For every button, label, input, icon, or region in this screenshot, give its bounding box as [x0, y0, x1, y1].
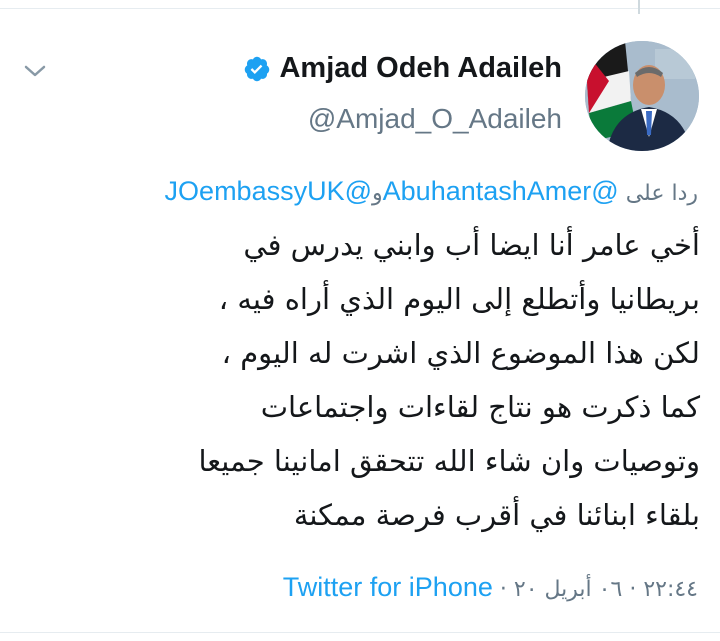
- tweet-meta: ٢٢:٤٤ · ٠٦ أبريل ٢٠ · Twitter for iPhone: [283, 572, 698, 603]
- top-divider: [0, 0, 720, 9]
- tweet-line: بلقاء ابنائنا في أقرب فرصة ممكنة: [293, 498, 700, 532]
- mention-abuhantashamer[interactable]: @AbuhantashAmer: [383, 176, 619, 206]
- scroll-indicator: [638, 0, 640, 14]
- tweet-line: وتوصيات وان شاء الله تتحقق امانينا جميعا: [198, 444, 700, 478]
- tweet-date[interactable]: ٠٦ أبريل ٢٠: [514, 577, 622, 602]
- tweet-line: كما ذكرت هو نتاج لقاءات واجتماعات: [260, 390, 700, 424]
- tweet-source[interactable]: Twitter for iPhone: [283, 572, 493, 602]
- meta-separator: ·: [629, 577, 637, 602]
- verified-badge-icon: [245, 56, 270, 81]
- chevron-down-icon[interactable]: [20, 56, 50, 86]
- author-name[interactable]: Amjad Odeh Adaileh: [279, 52, 562, 85]
- tweet-text: أخي عامر أنا ايضا أب وابني يدرس في بريطا…: [10, 218, 700, 542]
- reply-context: ردا على @AbuhantashAmerو@JOembassyUK: [165, 176, 698, 207]
- tweet-time[interactable]: ٢٢:٤٤: [643, 577, 698, 602]
- author-name-row[interactable]: Amjad Odeh Adaileh: [243, 52, 562, 85]
- mention-joembassyuk[interactable]: @JOembassyUK: [165, 176, 372, 206]
- author-handle[interactable]: @Amjad_O_Adaileh: [308, 103, 562, 135]
- avatar[interactable]: [585, 41, 699, 151]
- tweet-line: أخي عامر أنا ايضا أب وابني يدرس في: [243, 228, 700, 262]
- tweet-line: لكن هذا الموضوع الذي اشرت له اليوم ،: [221, 336, 700, 370]
- reply-conjunction: و: [372, 181, 383, 206]
- bottom-divider: [0, 632, 720, 633]
- meta-separator: ·: [499, 577, 507, 602]
- tweet-line: بريطانيا وأتطلع إلى اليوم الذي أراه فيه …: [218, 282, 700, 316]
- reply-prefix: ردا على: [625, 181, 698, 206]
